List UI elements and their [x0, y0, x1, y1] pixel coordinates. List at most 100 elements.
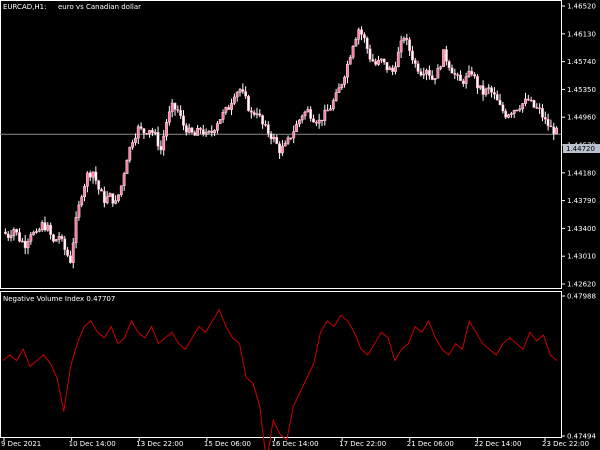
candle-body — [532, 99, 536, 108]
candle-body — [444, 49, 448, 62]
price-tick-label: 1.46520 — [567, 3, 596, 11]
candle-body — [309, 109, 313, 119]
candle-body — [504, 110, 508, 118]
candle-body — [507, 114, 510, 118]
candle-body — [128, 146, 132, 161]
candle-body — [394, 66, 397, 72]
candle-body — [139, 126, 143, 129]
candle-body — [326, 109, 330, 112]
candle-body — [204, 132, 208, 135]
time-tick-label: 13 Dec 22:00 — [136, 440, 183, 448]
trading-chart[interactable]: EURCAD,H1: euro vs Canadian dollar Negat… — [0, 0, 600, 450]
candle-body — [312, 118, 315, 123]
candle-body — [162, 135, 166, 151]
candle-body — [249, 110, 253, 113]
candle-body — [142, 128, 146, 134]
candle-body — [66, 249, 69, 256]
price-tick-label: 1.43790 — [567, 197, 596, 205]
price-tick-label: 1.44180 — [567, 169, 596, 177]
candle-body — [552, 126, 556, 135]
price-tick-label: 1.44960 — [567, 114, 596, 122]
candle-body — [546, 119, 550, 127]
candle-body — [456, 74, 460, 76]
candles-group — [4, 26, 558, 269]
candle-body — [422, 73, 426, 76]
candle-body — [286, 137, 290, 144]
candle-body — [145, 133, 149, 135]
candle-body — [12, 228, 16, 236]
candle-body — [235, 92, 239, 98]
candle-body — [184, 125, 188, 133]
candle-body — [343, 76, 346, 85]
candle-body — [102, 190, 106, 204]
candle-body — [122, 173, 126, 186]
candle-body — [379, 58, 383, 61]
candle-body — [433, 78, 437, 80]
candle-body — [425, 69, 428, 75]
time-tick-label: 17 Dec 22:00 — [339, 440, 386, 448]
candle-body — [114, 200, 118, 204]
candle-body — [476, 75, 479, 89]
candle-body — [340, 84, 344, 89]
candle-body — [495, 94, 499, 101]
candle-body — [100, 189, 103, 192]
candle-body — [247, 96, 250, 111]
price-tick-label: 1.43400 — [567, 225, 596, 233]
candle-body — [354, 39, 358, 47]
price-tick-label: 1.46130 — [567, 30, 596, 38]
candle-body — [278, 143, 281, 154]
candle-body — [182, 115, 185, 126]
candle-body — [512, 110, 516, 114]
candle-body — [213, 130, 216, 134]
candle-body — [224, 107, 228, 113]
candle-body — [134, 137, 137, 143]
candle-body — [419, 71, 423, 76]
candle-body — [6, 233, 10, 238]
candle-body — [148, 130, 151, 135]
candle-body — [529, 99, 533, 102]
candle-body — [125, 160, 129, 174]
current-price-badge-text: 1.44720 — [566, 145, 595, 153]
candle-body — [281, 145, 284, 154]
candle-body — [501, 104, 505, 112]
indicator-label: Negative Volume Index 0.47707 — [3, 295, 115, 303]
candle-body — [334, 92, 338, 101]
candle-body — [473, 74, 477, 77]
candle-body — [54, 239, 58, 242]
candle-body — [255, 113, 259, 115]
candle-body — [346, 63, 349, 78]
candle-body — [374, 61, 378, 65]
candle-body — [484, 88, 488, 95]
candle-body — [108, 193, 112, 197]
candle-body — [170, 102, 174, 113]
candle-body — [385, 62, 389, 71]
candle-body — [399, 40, 403, 53]
candle-body — [4, 231, 7, 235]
candle-body — [365, 37, 369, 49]
candle-body — [232, 96, 236, 104]
candle-body — [264, 124, 267, 126]
candle-body — [521, 103, 525, 110]
candle-body — [218, 119, 222, 124]
candle-body — [524, 98, 527, 104]
candle-body — [91, 171, 95, 178]
candle-body — [230, 103, 233, 110]
candle-body — [60, 236, 64, 239]
indicator-axis: 0.479880.47494 — [561, 293, 596, 441]
candle-body — [498, 100, 502, 105]
candle-body — [238, 89, 242, 93]
candle-body — [447, 61, 451, 68]
candle-body — [15, 228, 19, 233]
candle-body — [88, 172, 92, 178]
candle-body — [49, 224, 53, 235]
candle-body — [382, 58, 386, 63]
candle-body — [518, 108, 522, 111]
candle-body — [329, 108, 332, 111]
candle-body — [227, 107, 231, 110]
candle-body — [23, 240, 27, 249]
candle-body — [136, 126, 140, 139]
time-tick-label: 9 Dec 2021 — [1, 440, 41, 448]
candle-body — [297, 119, 301, 125]
candle-body — [275, 137, 279, 144]
candle-body — [26, 241, 30, 249]
